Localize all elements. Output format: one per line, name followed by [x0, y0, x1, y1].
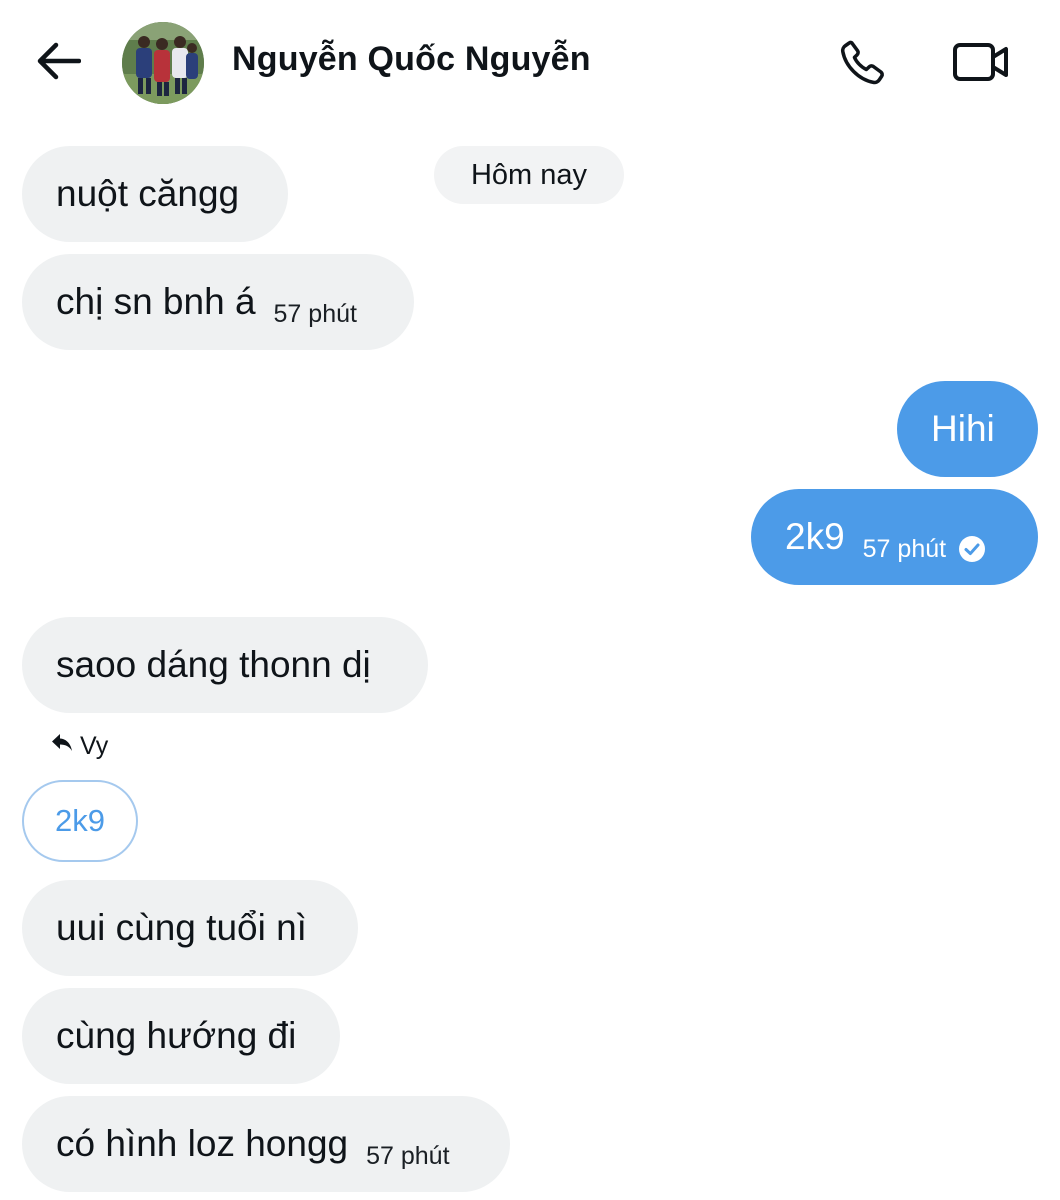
call-button[interactable] — [834, 36, 892, 92]
date-divider: Hôm nay — [434, 146, 624, 204]
message-text: saoo dáng thonn dị — [56, 644, 371, 685]
video-call-button[interactable] — [948, 36, 1014, 92]
message-text: có hình loz hongg — [56, 1123, 349, 1164]
message-text: cùng hướng đi — [56, 1015, 297, 1056]
message-timestamp: 57 phút — [273, 299, 357, 328]
message-bubble-incoming[interactable]: có hình loz hongg 57 phút — [22, 1096, 510, 1192]
quoted-message[interactable]: 2k9 — [22, 780, 138, 862]
message-bubble-outgoing[interactable]: Hihi — [897, 381, 1038, 477]
message-bubble-outgoing[interactable]: 2k9 57 phút — [751, 489, 1038, 585]
message-text: uui cùng tuổi nì — [56, 907, 307, 948]
arrow-left-icon — [35, 41, 82, 86]
message-timestamp: 57 phút — [366, 1141, 450, 1170]
reply-to-name: Vy — [80, 731, 109, 760]
reply-arrow-icon — [50, 732, 80, 761]
message-timestamp: 57 phút — [862, 534, 947, 563]
message-text: Hihi — [931, 408, 995, 449]
video-camera-icon — [952, 40, 1010, 89]
message-bubble-incoming[interactable]: nuột căngg — [22, 146, 288, 242]
check-circle-icon — [958, 535, 986, 563]
phone-icon — [838, 37, 888, 92]
message-text: chị sn bnh á — [56, 281, 256, 322]
reply-indicator: Vy — [50, 728, 108, 764]
message-text: nuột căngg — [56, 173, 240, 214]
chat-screen: Nguyễn Quốc Nguyễn Hôm nay nuột căngg ch… — [0, 0, 1060, 1200]
contact-name[interactable]: Nguyễn Quốc Nguyễn — [232, 40, 591, 79]
message-text: 2k9 — [785, 516, 845, 557]
avatar[interactable] — [122, 22, 204, 104]
chat-header: Nguyễn Quốc Nguyễn — [0, 0, 1060, 130]
message-bubble-incoming[interactable]: chị sn bnh á 57 phút — [22, 254, 414, 350]
message-bubble-incoming[interactable]: saoo dáng thonn dị — [22, 617, 428, 713]
message-bubble-incoming[interactable]: uui cùng tuổi nì — [22, 880, 358, 976]
message-bubble-incoming[interactable]: cùng hướng đi — [22, 988, 340, 1084]
back-button[interactable] — [30, 38, 86, 88]
